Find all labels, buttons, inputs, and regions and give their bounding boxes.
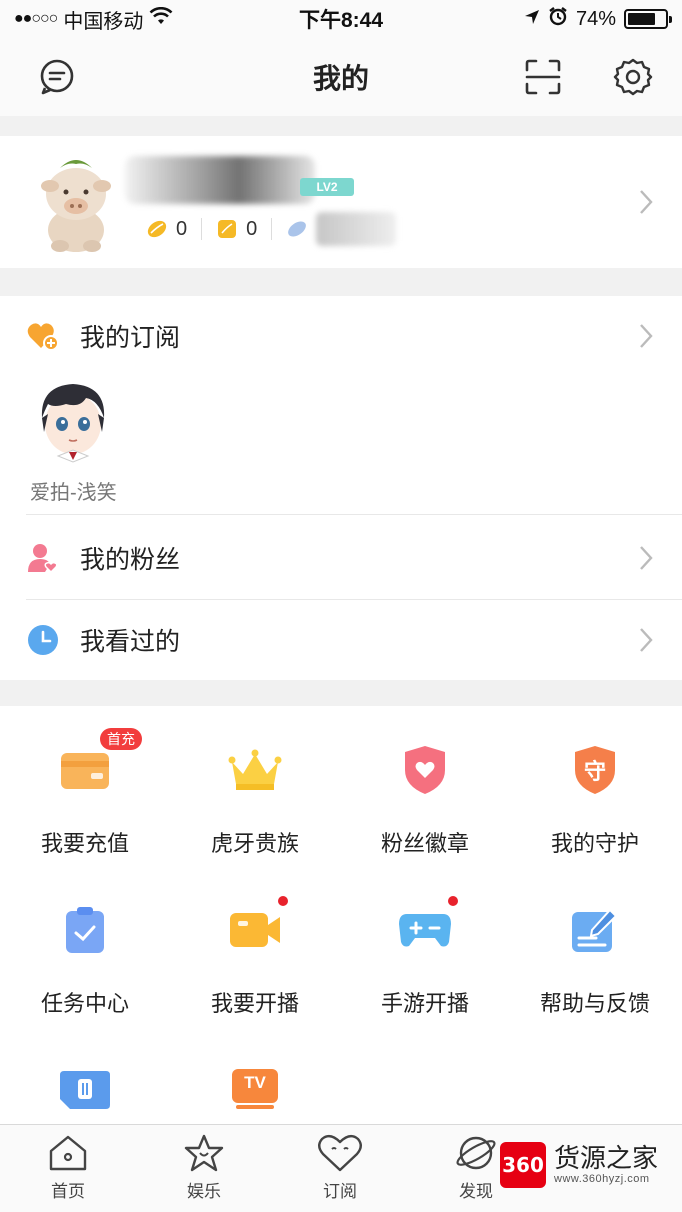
my-fans-label: 我的粉丝 <box>80 546 181 574</box>
huya-noble-button[interactable]: 虎牙贵族 <box>170 740 340 858</box>
location-arrow-icon <box>524 8 540 31</box>
status-left: ●●○○○ 中国移动 <box>14 5 524 34</box>
watch-history-label: 我看过的 <box>80 628 181 656</box>
recharge-label: 我要充值 <box>40 831 129 856</box>
start-broadcast-label: 我要开播 <box>210 991 299 1016</box>
watermark-text: 货源之家 www.360hyzj.com <box>554 1145 658 1185</box>
page-title: 我的 <box>312 63 369 94</box>
chevron-right-icon <box>640 190 653 214</box>
subscribed-anchor-name[interactable]: 爱拍-浅笑 <box>30 476 117 505</box>
user-avatar[interactable] <box>36 150 116 254</box>
crown-icon <box>225 740 285 800</box>
task-center-label: 任务中心 <box>40 991 129 1016</box>
chevron-right-icon <box>640 324 653 348</box>
gamepad-icon <box>395 900 455 960</box>
tab-home[interactable]: 首页 <box>18 1133 118 1202</box>
watermark: 360 货源之家 www.360hyzj.com <box>500 1138 682 1192</box>
tab-subscribe[interactable]: 订阅 <box>290 1133 390 1202</box>
tab-entertainment[interactable]: 娱乐 <box>154 1133 254 1202</box>
my-subscriptions-row[interactable]: 我的订阅 <box>0 296 682 376</box>
my-fans-row[interactable]: 我的粉丝 <box>0 518 682 598</box>
my-guard-label: 我的守护 <box>550 831 639 856</box>
planet-icon <box>456 1136 496 1170</box>
tab-entertainment-label: 娱乐 <box>187 1182 221 1201</box>
watermark-url: www.360hyzj.com <box>554 1173 650 1185</box>
edit-note-icon <box>565 900 625 960</box>
gold-ticket-icon <box>218 220 237 238</box>
notification-dot <box>448 896 458 906</box>
settings-gear-icon[interactable] <box>612 56 654 98</box>
scan-icon[interactable] <box>522 56 564 98</box>
battery-percent: 74% <box>575 7 616 30</box>
watch-history-row[interactable]: 我看过的 <box>0 600 682 680</box>
tab-subscribe-label: 订阅 <box>323 1182 357 1201</box>
subscribed-anchor-avatar[interactable] <box>36 378 110 464</box>
task-center-button[interactable]: 任务中心 <box>0 900 170 1018</box>
tab-discover-label: 发现 <box>459 1182 493 1201</box>
status-right: 74% <box>524 6 672 32</box>
id-item <box>286 212 410 246</box>
recharge-button[interactable]: 我要充值 <box>0 740 170 858</box>
battery-icon <box>624 9 672 29</box>
wifi-icon <box>149 6 173 31</box>
shield-heart-icon <box>395 740 455 800</box>
divider <box>26 514 682 515</box>
username-blurred <box>125 156 315 204</box>
alarm-icon <box>548 6 568 32</box>
chevron-right-icon <box>640 628 653 652</box>
help-feedback-button[interactable]: 帮助与反馈 <box>510 900 680 1018</box>
tv-icon: TV <box>225 1058 285 1118</box>
gold-bean-icon <box>147 220 167 238</box>
my-subscriptions-label: 我的订阅 <box>80 324 181 352</box>
guard-glyph: 守 <box>583 759 606 784</box>
video-camera-icon <box>225 900 285 960</box>
tab-home-label: 首页 <box>51 1182 85 1201</box>
blue-bean-icon <box>288 221 307 237</box>
heart-smile-icon <box>318 1134 362 1172</box>
profile-card[interactable]: LV2 <box>0 136 682 268</box>
silver-bean-count: 0 <box>246 217 258 240</box>
notification-dot <box>278 896 288 906</box>
mobile-game-broadcast-button[interactable]: 手游开播 <box>340 900 510 1018</box>
watermark-logo: 360 <box>500 1142 546 1188</box>
signal-strength: ●●○○○ <box>14 10 58 27</box>
blurred-value <box>316 212 397 246</box>
heart-plus-icon <box>26 319 60 353</box>
clipboard-check-icon <box>55 900 115 960</box>
mobile-game-broadcast-label: 手游开播 <box>380 991 469 1016</box>
nav-bar: 我的 <box>0 38 682 116</box>
silver-bean-item: 0 <box>216 217 273 240</box>
first-recharge-badge: 首充 <box>100 728 142 750</box>
carrier-name: 中国移动 <box>63 10 144 33</box>
star-icon <box>184 1134 224 1172</box>
battery-fill <box>628 13 655 25</box>
huya-noble-label: 虎牙贵族 <box>210 831 299 856</box>
watermark-title: 货源之家 <box>554 1144 659 1174</box>
fan-badge-button[interactable]: 粉丝徽章 <box>340 740 510 858</box>
help-feedback-label: 帮助与反馈 <box>539 991 650 1016</box>
clock-icon <box>26 623 60 657</box>
fans-person-icon <box>26 541 60 575</box>
card-icon <box>55 1060 115 1120</box>
status-bar: ●●○○○ 中国移动 下午8:44 74% <box>0 0 682 38</box>
tv-button[interactable]: TV <box>170 1058 340 1118</box>
fan-badge-label: 粉丝徽章 <box>380 831 469 856</box>
gold-bean-item: 0 <box>146 217 203 240</box>
home-icon <box>49 1135 87 1171</box>
guard-shield-icon: 守 <box>565 740 625 800</box>
chevron-right-icon <box>640 546 653 570</box>
level-badge: LV2 <box>300 178 354 196</box>
start-broadcast-button[interactable]: 我要开播 <box>170 900 340 1018</box>
card-item-button[interactable] <box>0 1060 170 1120</box>
gold-bean-count: 0 <box>176 217 188 240</box>
tv-glyph: TV <box>244 1073 266 1092</box>
my-guard-button[interactable]: 守 我的守护 <box>510 740 680 858</box>
currency-row: 0 0 <box>146 212 424 246</box>
